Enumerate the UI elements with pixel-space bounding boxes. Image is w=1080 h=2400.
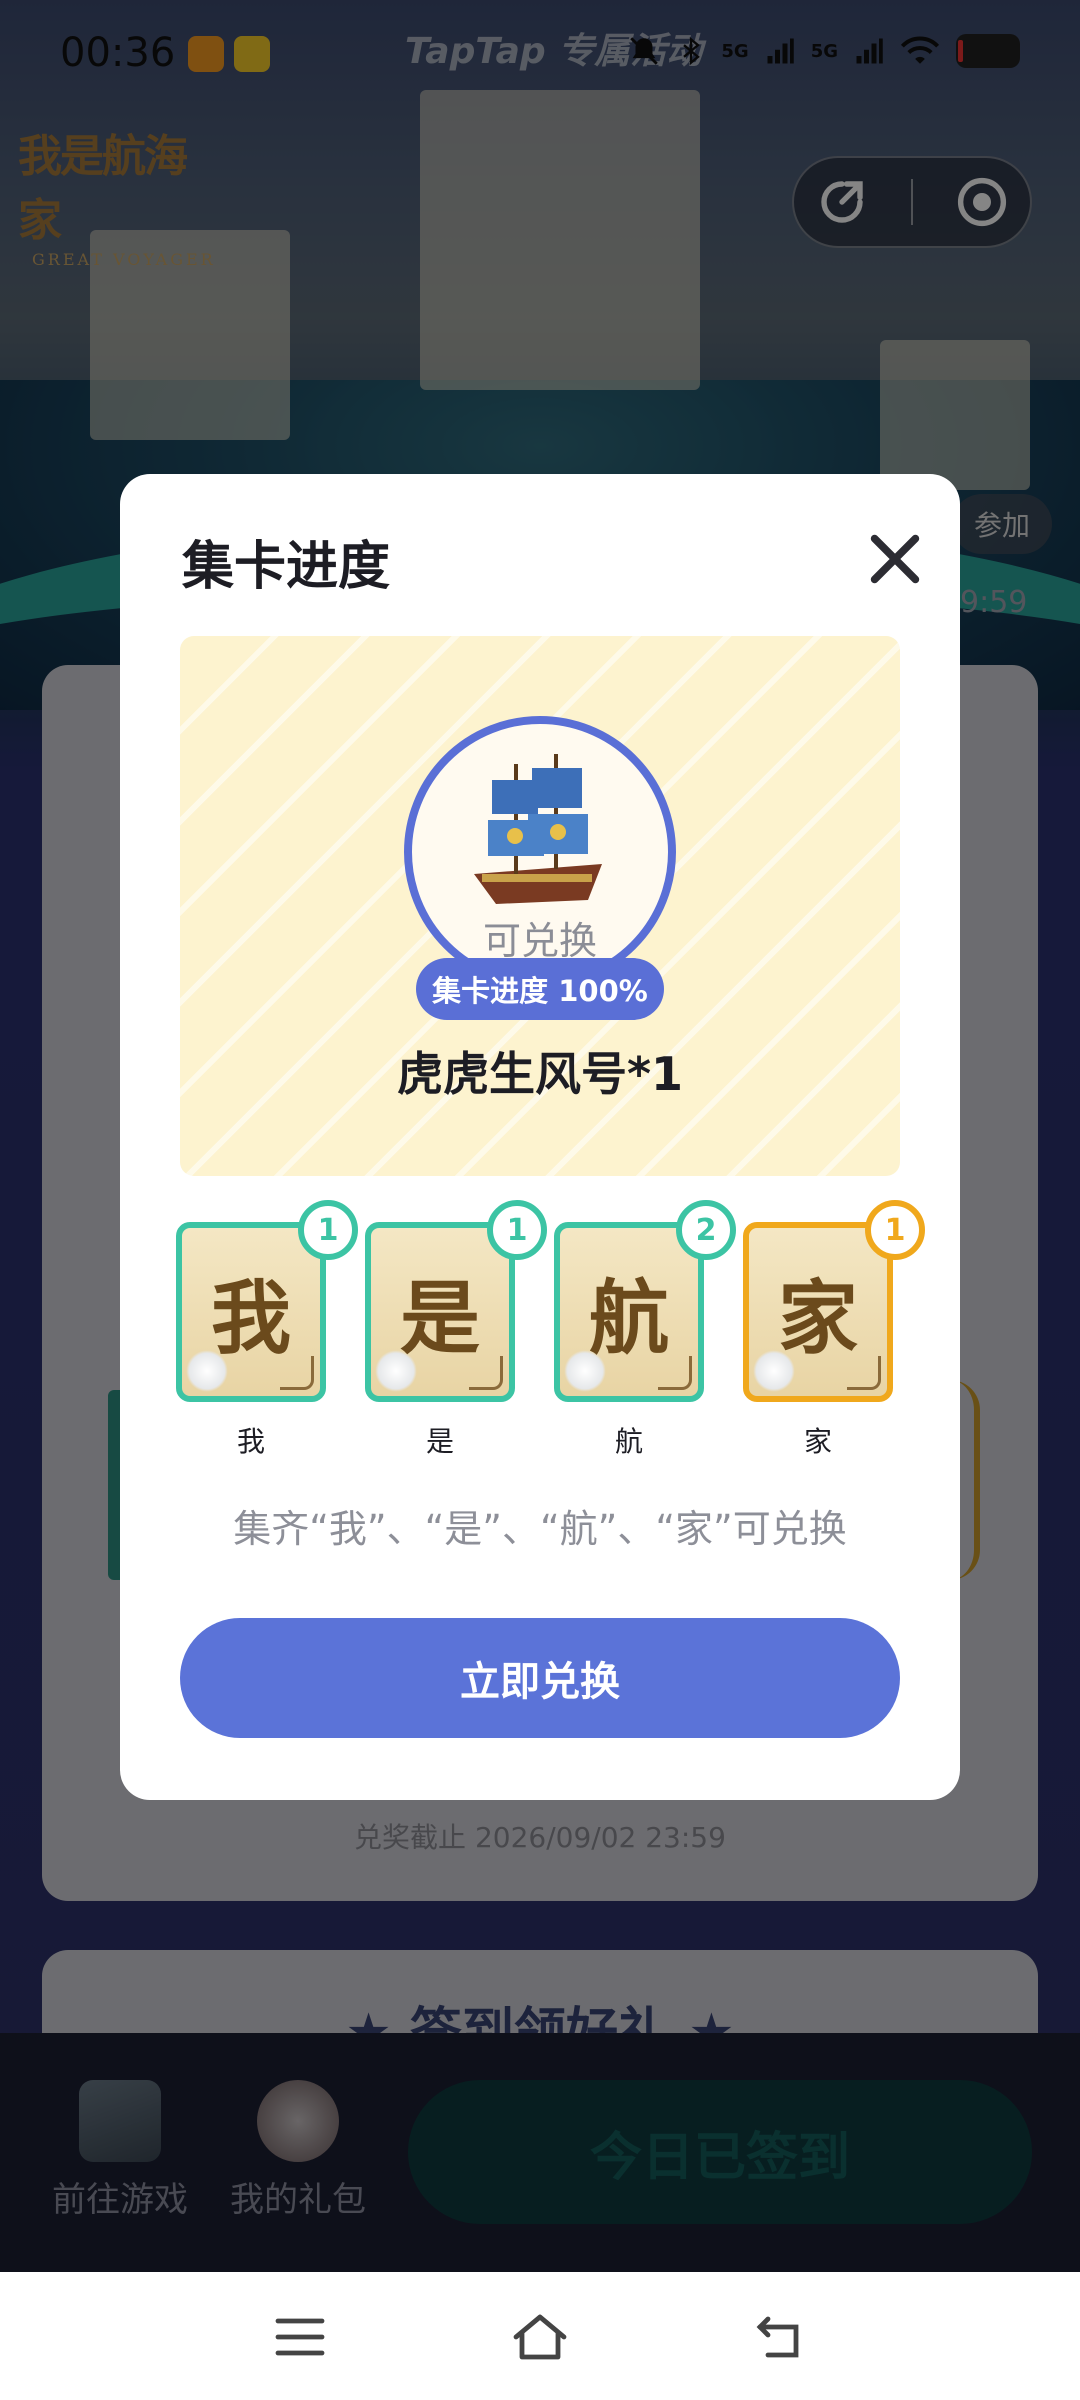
card-image: 家: [743, 1222, 893, 1402]
back-icon: [756, 2316, 799, 2358]
card-list: 我 1 我 是 1 是 航 2 航 家 1 家: [176, 1200, 925, 1462]
menu-button[interactable]: [260, 2302, 340, 2372]
flower-decoration-icon: [564, 1350, 606, 1392]
card-count-badge: 1: [865, 1200, 925, 1260]
anchor-corner-icon: [469, 1356, 503, 1390]
system-nav-bar: [0, 2272, 1080, 2400]
card-label: 是: [425, 1425, 454, 1458]
card-item-jia[interactable]: 家 1 家: [743, 1200, 925, 1462]
flower-decoration-icon: [375, 1350, 417, 1392]
anchor-corner-icon: [847, 1356, 881, 1390]
card-image: 航: [554, 1222, 704, 1402]
redeem-now-button[interactable]: 立即兑换: [180, 1618, 900, 1738]
anchor-corner-icon: [280, 1356, 314, 1390]
card-collection-modal: 集卡进度 可兑换 集卡进度 100% 虎虎生风号*1 我 1 我 是 1 是 航…: [120, 474, 960, 1800]
card-count-badge: 1: [487, 1200, 547, 1260]
card-label: 我: [236, 1425, 265, 1458]
card-label: 家: [803, 1425, 832, 1458]
card-image: 是: [365, 1222, 515, 1402]
card-count-badge: 1: [298, 1200, 358, 1260]
home-icon: [513, 2314, 567, 2360]
flower-decoration-icon: [186, 1350, 228, 1392]
card-label: 航: [614, 1425, 643, 1458]
card-item-shi[interactable]: 是 1 是: [365, 1200, 547, 1462]
card-image: 我: [176, 1222, 326, 1402]
close-button[interactable]: [860, 524, 930, 594]
home-button[interactable]: [500, 2302, 580, 2372]
collect-hint: 集齐“我”、“是”、“航”、“家”可兑换: [233, 1507, 847, 1551]
reward-image: 可兑换: [404, 716, 676, 988]
reward-status-text: 可兑换: [482, 919, 597, 963]
anchor-corner-icon: [658, 1356, 692, 1390]
reward-panel: 可兑换 集卡进度 100% 虎虎生风号*1: [180, 636, 900, 1176]
menu-icon: [275, 2318, 325, 2356]
modal-title: 集卡进度: [182, 537, 391, 597]
reward-name: 虎虎生风号*1: [396, 1047, 684, 1101]
collection-progress-pill: 集卡进度 100%: [416, 958, 664, 1020]
close-icon: [870, 534, 920, 584]
card-item-wo[interactable]: 我 1 我: [176, 1200, 358, 1462]
flower-decoration-icon: [753, 1350, 795, 1392]
back-button[interactable]: [740, 2302, 820, 2372]
card-item-hang[interactable]: 航 2 航: [554, 1200, 736, 1462]
card-count-badge: 2: [676, 1200, 736, 1260]
